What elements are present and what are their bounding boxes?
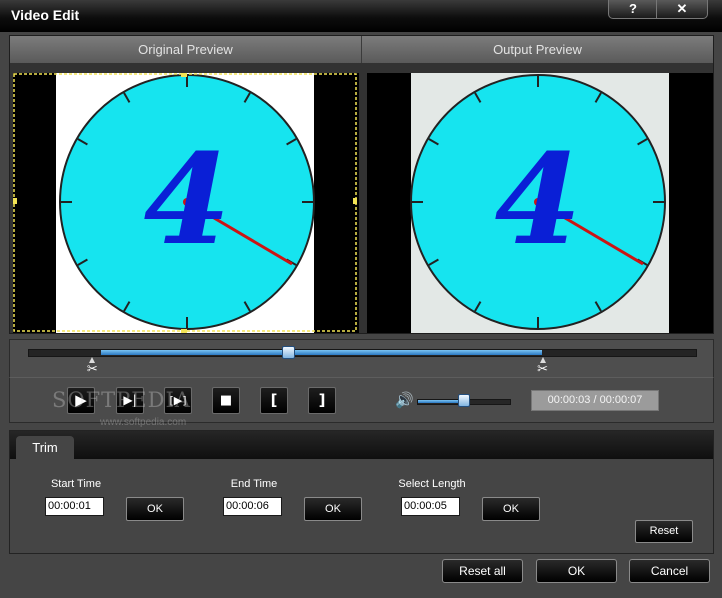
end-time-input[interactable] <box>223 497 282 516</box>
trim-selection <box>101 350 542 355</box>
reset-button[interactable]: Reset <box>635 520 693 543</box>
start-time-input[interactable] <box>45 497 104 516</box>
time-display: 00:00:03 / 00:00:07 <box>531 390 659 411</box>
mark-in-button[interactable]: [ <box>260 387 288 414</box>
end-time-ok-button[interactable]: OK <box>304 497 362 521</box>
softpedia-watermark: SOFTPEDIA <box>52 388 191 412</box>
title-bar[interactable]: Video Edit ? ✕ <box>0 0 722 32</box>
frame-digit: 4 <box>495 127 582 273</box>
output-preview-label: Output Preview <box>362 36 713 63</box>
reset-all-button[interactable]: Reset all <box>442 559 523 583</box>
stop-button[interactable]: ■ <box>212 387 240 414</box>
volume-fill <box>418 400 464 403</box>
window-title: Video Edit <box>11 7 80 23</box>
playhead-handle[interactable] <box>282 346 296 359</box>
frame-digit: 4 <box>144 127 231 273</box>
trim-end-scissors-icon[interactable]: ✂ <box>536 357 550 377</box>
output-preview-frame: 4 <box>367 73 713 333</box>
video-edit-window: Video Edit ? ✕ Original Preview Output P… <box>0 0 722 598</box>
volume-icon[interactable]: 🔊 <box>395 391 414 409</box>
original-preview-label: Original Preview <box>10 36 362 63</box>
mark-out-button[interactable]: ] <box>308 387 336 414</box>
cancel-button[interactable]: Cancel <box>629 559 710 583</box>
select-length-ok-button[interactable]: OK <box>482 497 540 521</box>
preview-panel: Original Preview Output Preview 4 4 <box>9 35 714 334</box>
end-time-label: End Time <box>230 478 278 490</box>
start-time-label: Start Time <box>50 478 102 490</box>
help-button[interactable]: ? <box>608 0 658 19</box>
volume-knob[interactable] <box>457 394 470 407</box>
select-length-label: Select Length <box>398 478 466 490</box>
select-length-input[interactable] <box>401 497 460 516</box>
trim-start-scissors-icon[interactable]: ✂ <box>85 357 99 377</box>
tab-strip: Trim <box>10 431 713 460</box>
start-time-ok-button[interactable]: OK <box>126 497 184 521</box>
trim-panel: Trim Start Time OK End Time OK Select Le… <box>9 430 714 554</box>
tab-trim[interactable]: Trim <box>16 436 74 460</box>
softpedia-watermark-url: www.softpedia.com <box>100 417 187 428</box>
seek-bar[interactable]: ✂ ✂ <box>9 339 714 378</box>
ok-button[interactable]: OK <box>536 559 617 583</box>
close-button[interactable]: ✕ <box>656 0 708 19</box>
original-preview-frame[interactable]: 4 <box>13 73 359 333</box>
